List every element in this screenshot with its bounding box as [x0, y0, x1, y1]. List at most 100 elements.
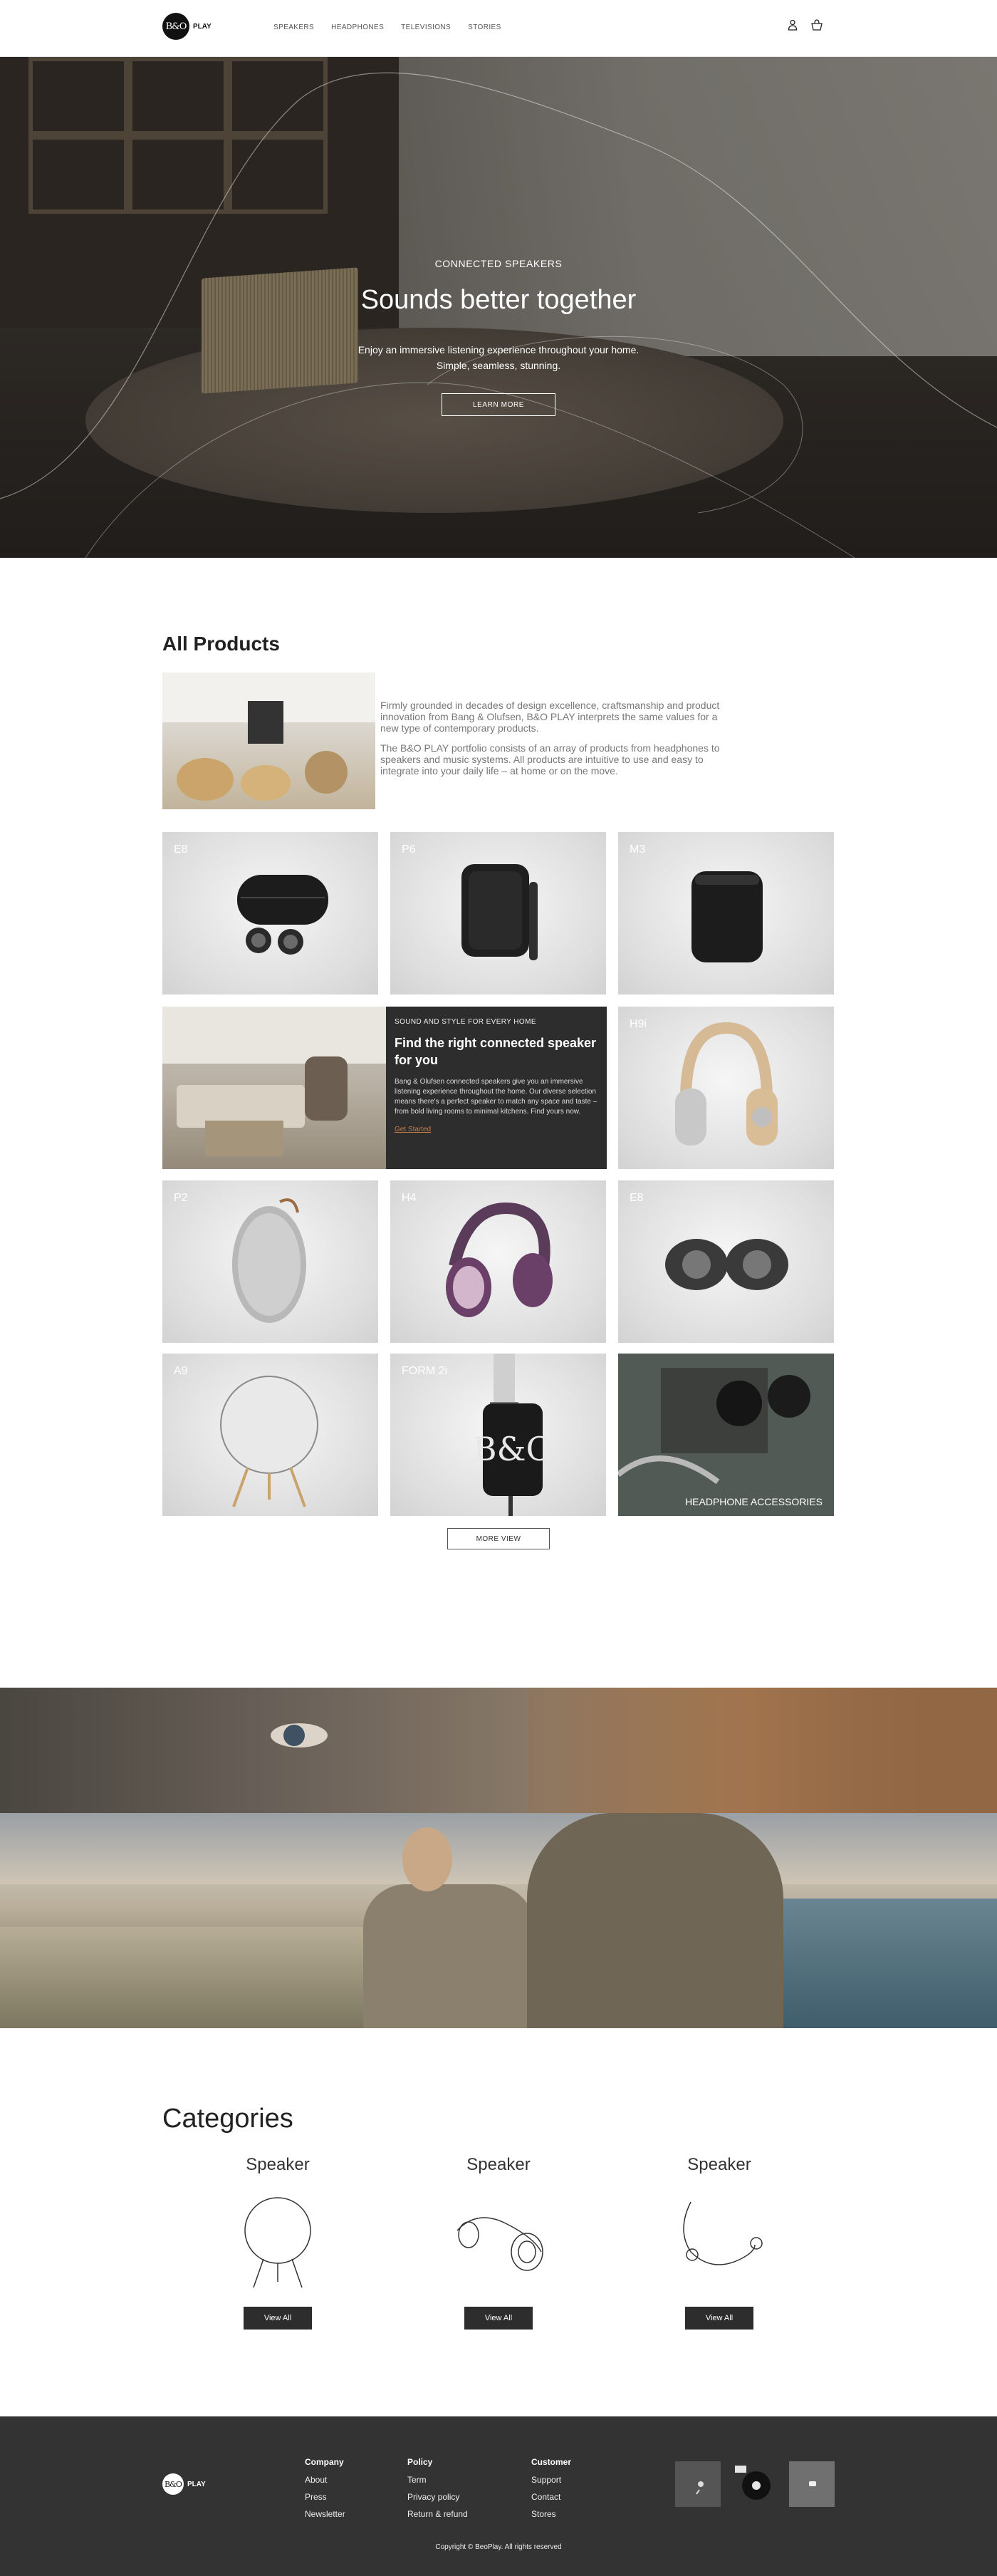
product-card-h4[interactable]: H4	[390, 1180, 606, 1343]
headphone-accessories-card[interactable]: HEADPHONE ACCESSORIES	[618, 1354, 834, 1516]
hero-desc-line2: Simple, seamless, stunning.	[436, 360, 561, 371]
learn-more-button[interactable]: LEARN MORE	[442, 393, 555, 416]
footer-link-term[interactable]: Term	[407, 2471, 468, 2488]
product-label: P6	[402, 843, 416, 856]
form-headphones-image: B&O	[473, 1354, 553, 1516]
home-speaker-image	[691, 871, 763, 962]
product-label: H4	[402, 1192, 417, 1204]
category-name: Speaker	[687, 2155, 751, 2174]
speaker-thumb-icon	[675, 2461, 721, 2507]
logo-mark: B&O	[162, 13, 189, 40]
view-all-button[interactable]: View All	[464, 2307, 533, 2330]
logo-text: PLAY	[193, 22, 212, 31]
intro-paragraph-2: The B&O PLAY portfolio consists of an ar…	[380, 742, 720, 777]
hero-banner: CONNECTED SPEAKERS Sounds better togethe…	[0, 57, 997, 558]
product-label: E8	[174, 843, 188, 856]
footer-link-support[interactable]: Support	[531, 2471, 571, 2488]
footer-link-stores[interactable]: Stores	[531, 2505, 571, 2523]
logo[interactable]: B&O PLAY	[162, 13, 212, 40]
categories-title: Categories	[162, 2104, 293, 2134]
footer-link-about[interactable]: About	[305, 2471, 345, 2488]
footer-column-title: Company	[305, 2457, 344, 2467]
all-products-title: All Products	[162, 633, 280, 655]
accessories-image	[618, 1354, 834, 1516]
speaker-outline-icon	[244, 2197, 311, 2288]
footer-column-company: Company About Press Newsletter	[305, 2457, 345, 2523]
nav-stories[interactable]: STORIES	[468, 24, 501, 31]
footer-link-contact[interactable]: Contact	[531, 2488, 571, 2505]
footer-link-newsletter[interactable]: Newsletter	[305, 2505, 345, 2523]
earphones-outline-icon	[683, 2201, 763, 2265]
a9-speaker-image	[220, 1376, 318, 1507]
footer-logo-text: PLAY	[187, 2480, 206, 2488]
footer-thumbnails	[675, 2461, 835, 2507]
category-speaker: Speaker View All	[207, 2155, 349, 2330]
footer-link-press[interactable]: Press	[305, 2488, 345, 2505]
category-earphones: Speaker View All	[648, 2155, 790, 2330]
product-label: FORM 2i	[402, 1365, 447, 1377]
footer-logo[interactable]: B&O PLAY	[162, 2473, 206, 2495]
footer-thumb-turntable[interactable]	[732, 2461, 778, 2507]
more-view-button[interactable]: MORE VIEW	[447, 1528, 550, 1549]
footer-column-title: Customer	[531, 2457, 572, 2467]
footer-link-privacy[interactable]: Privacy policy	[407, 2488, 468, 2505]
product-card-e8[interactable]: E8	[162, 832, 378, 994]
promo-title: Find the right connected speaker for you	[395, 1036, 597, 1067]
promo-body: Bang & Olufsen connected speakers give y…	[395, 1078, 597, 1116]
header-icons	[788, 19, 823, 34]
nav-headphones[interactable]: HEADPHONES	[331, 24, 384, 31]
device-thumb-icon	[789, 2461, 835, 2507]
beach-couple-image	[0, 1813, 997, 2028]
over-ear-headphones-image	[675, 1022, 778, 1146]
product-label: H9i	[630, 1018, 647, 1030]
product-card-h9i[interactable]: H9i	[618, 1007, 834, 1169]
main-nav: SPEAKERS HEADPHONES TELEVISIONS STORIES	[273, 24, 501, 31]
hero-title: Sounds better together	[360, 285, 637, 315]
category-name: Speaker	[466, 2155, 531, 2174]
hero-kicker: CONNECTED SPEAKERS	[434, 258, 563, 269]
eyes-closeup-image	[0, 1688, 997, 1813]
connected-speaker-promo: SOUND AND STYLE FOR EVERY HOME Find the …	[162, 1007, 607, 1169]
product-card-e8-2[interactable]: E8	[618, 1180, 834, 1343]
hero-description: Enjoy an immersive listening experience …	[0, 342, 997, 373]
site-header: B&O PLAY SPEAKERS HEADPHONES TELEVISIONS…	[0, 0, 997, 57]
promo-kicker: SOUND AND STYLE FOR EVERY HOME	[395, 1018, 536, 1026]
product-label: P2	[174, 1192, 188, 1204]
product-card-p6[interactable]: P6	[390, 832, 606, 994]
nav-televisions[interactable]: TELEVISIONS	[401, 24, 451, 31]
footer-thumb-device[interactable]	[789, 2461, 835, 2507]
turntable-thumb-icon	[732, 2461, 778, 2507]
product-label: M3	[630, 843, 646, 856]
nav-speakers[interactable]: SPEAKERS	[273, 24, 314, 31]
promo-panel: SOUND AND STYLE FOR EVERY HOME Find the …	[386, 1007, 607, 1169]
footer-column-title: Policy	[407, 2457, 433, 2467]
earbuds-case-image	[237, 875, 328, 955]
footer-thumb-speaker[interactable]	[675, 2461, 721, 2507]
headphones-h4-image	[446, 1203, 553, 1317]
cart-icon[interactable]	[810, 19, 823, 34]
footer-link-return[interactable]: Return & refund	[407, 2505, 468, 2523]
category-headphones: Speaker View All	[427, 2155, 570, 2330]
accessories-label: HEADPHONE ACCESSORIES	[685, 1496, 823, 1507]
footer-logo-mark: B&O	[162, 2473, 184, 2495]
get-started-link[interactable]: Get Started	[395, 1126, 431, 1133]
intro-paragraph-1: Firmly grounded in decades of design exc…	[380, 700, 720, 734]
hero-desc-line1: Enjoy an immersive listening experience …	[357, 344, 640, 355]
store-image	[162, 672, 375, 809]
view-all-button[interactable]: View All	[685, 2307, 753, 2330]
headphones-outline-icon	[456, 2217, 543, 2271]
product-card-p2[interactable]: P2	[162, 1180, 378, 1343]
products-intro: Firmly grounded in decades of design exc…	[380, 700, 722, 785]
product-card-m3[interactable]: M3	[618, 832, 834, 994]
living-room-image	[162, 1007, 386, 1169]
product-card-form2i[interactable]: B&O FORM 2i	[390, 1354, 606, 1516]
footer-column-policy: Policy Term Privacy policy Return & refu…	[407, 2457, 468, 2523]
product-label: A9	[174, 1365, 188, 1377]
product-card-a9[interactable]: A9	[162, 1354, 378, 1516]
view-all-button[interactable]: View All	[244, 2307, 312, 2330]
portable-speaker-image	[461, 864, 538, 960]
site-footer: B&O PLAY Company About Press Newsletter …	[0, 2416, 997, 2576]
user-icon[interactable]	[788, 19, 798, 34]
earbuds-image	[665, 1239, 788, 1290]
product-label: E8	[630, 1192, 644, 1204]
